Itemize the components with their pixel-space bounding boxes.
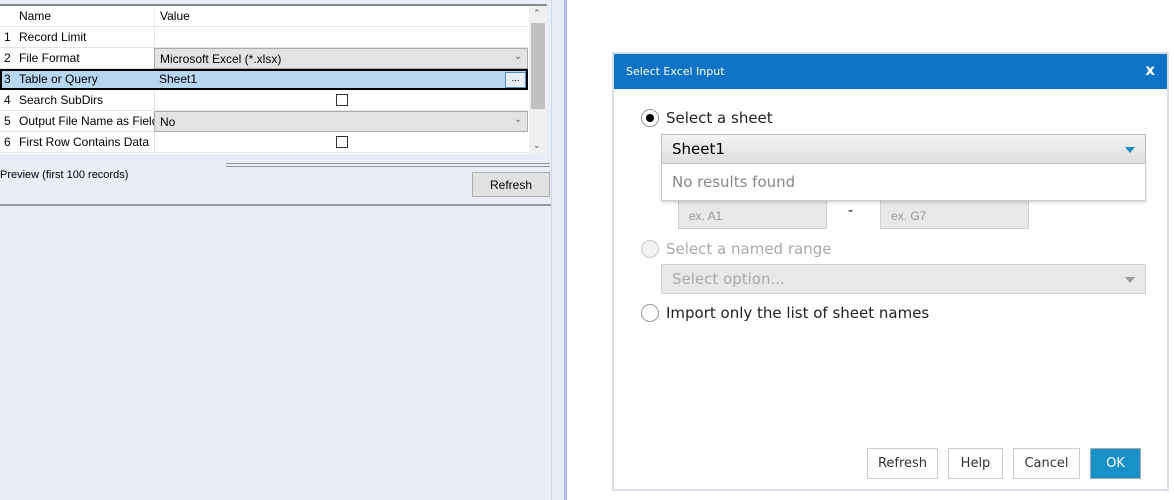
vertical-scrollbar[interactable]: ⌃ ⌄ <box>529 6 547 154</box>
row-name: Search SubDirs <box>19 93 104 107</box>
row-value: No <box>160 115 176 129</box>
ok-button[interactable]: OK <box>1090 448 1141 479</box>
close-icon[interactable]: x <box>1145 61 1155 79</box>
row-number: 6 <box>4 135 11 149</box>
header-value: Value <box>160 9 190 23</box>
table-row[interactable]: 4 Search SubDirs <box>0 90 528 111</box>
table-query-input[interactable]: Sheet1... <box>154 69 528 90</box>
first-row-data-checkbox[interactable] <box>336 136 348 148</box>
select-sheet-label[interactable]: Select a sheet <box>666 109 773 127</box>
sheet-value: Sheet1 <box>672 140 725 158</box>
search-subdirs-checkbox[interactable] <box>336 94 348 106</box>
divider <box>0 204 551 206</box>
chevron-down-icon: ⌄ <box>513 51 522 62</box>
output-filename-select[interactable]: No ⌄ <box>154 111 528 132</box>
radio-select-sheet[interactable] <box>641 109 659 127</box>
header-name: Name <box>19 9 52 23</box>
file-format-select[interactable]: Microsoft Excel (*.xlsx) ⌄ <box>154 48 528 69</box>
table-row-selected[interactable]: 3 Table or Query Sheet1... <box>0 69 528 90</box>
grid-header: Name Value <box>0 6 528 27</box>
range-separator: - <box>848 203 854 219</box>
range-end-input[interactable]: ex. G7 <box>880 199 1029 229</box>
row-number: 2 <box>4 51 11 65</box>
table-row[interactable]: 6 First Row Contains Data <box>0 132 528 153</box>
scroll-down-icon[interactable]: ⌄ <box>533 140 541 151</box>
radio-named-range[interactable] <box>641 240 659 258</box>
range-start-input[interactable]: ex. A1 <box>678 199 827 229</box>
row-name: First Row Contains Data <box>19 135 150 149</box>
row-number: 4 <box>4 93 11 107</box>
named-range-placeholder: Select option... <box>672 270 785 288</box>
cancel-button[interactable]: Cancel <box>1013 448 1080 479</box>
scroll-thumb[interactable] <box>531 23 545 109</box>
sheet-dropdown-list: No results found <box>661 163 1146 201</box>
sheet-dropdown[interactable]: Sheet1 <box>661 134 1146 164</box>
select-excel-input-dialog: Select Excel Input x Select a sheet Shee… <box>612 52 1169 491</box>
row-number: 1 <box>4 30 11 44</box>
named-range-dropdown[interactable]: Select option... <box>661 264 1146 294</box>
row-value: Microsoft Excel (*.xlsx) <box>160 52 282 66</box>
property-grid: Name Value 1 Record Limit 2 File Format … <box>0 4 547 154</box>
dialog-header: Select Excel Input <box>614 54 1167 89</box>
record-limit-input[interactable] <box>154 27 528 48</box>
row-name: Table or Query <box>19 72 98 86</box>
refresh-button[interactable]: Refresh <box>867 448 938 479</box>
preview-refresh-button[interactable]: Refresh <box>472 172 550 197</box>
row-name: File Format <box>19 51 80 65</box>
table-row[interactable]: 5 Output File Name as Field No ⌄ <box>0 111 528 132</box>
dialog-title: Select Excel Input <box>626 65 725 78</box>
caret-down-icon <box>1125 277 1135 283</box>
scroll-up-icon[interactable]: ⌃ <box>533 8 541 19</box>
radio-sheet-names[interactable] <box>641 304 659 322</box>
table-row[interactable]: 1 Record Limit <box>0 27 528 48</box>
panel-splitter[interactable] <box>551 0 567 500</box>
browse-button[interactable]: ... <box>505 72 526 88</box>
row-value: Sheet1 <box>159 72 198 86</box>
table-row[interactable]: 2 File Format Microsoft Excel (*.xlsx) ⌄ <box>0 48 528 69</box>
help-button[interactable]: Help <box>948 448 1003 479</box>
row-number: 3 <box>4 72 11 86</box>
named-range-label: Select a named range <box>666 240 832 258</box>
splitter-handle[interactable] <box>226 163 550 167</box>
preview-label: Preview (first 100 records) <box>0 169 129 181</box>
row-number: 5 <box>4 114 11 128</box>
row-name: Record Limit <box>19 30 87 44</box>
caret-down-icon <box>1125 147 1135 153</box>
row-name: Output File Name as Field <box>19 114 159 128</box>
sheet-names-label[interactable]: Import only the list of sheet names <box>666 304 929 322</box>
chevron-down-icon: ⌄ <box>513 114 522 125</box>
properties-panel: Name Value 1 Record Limit 2 File Format … <box>0 0 551 500</box>
no-results-text: No results found <box>672 173 796 191</box>
